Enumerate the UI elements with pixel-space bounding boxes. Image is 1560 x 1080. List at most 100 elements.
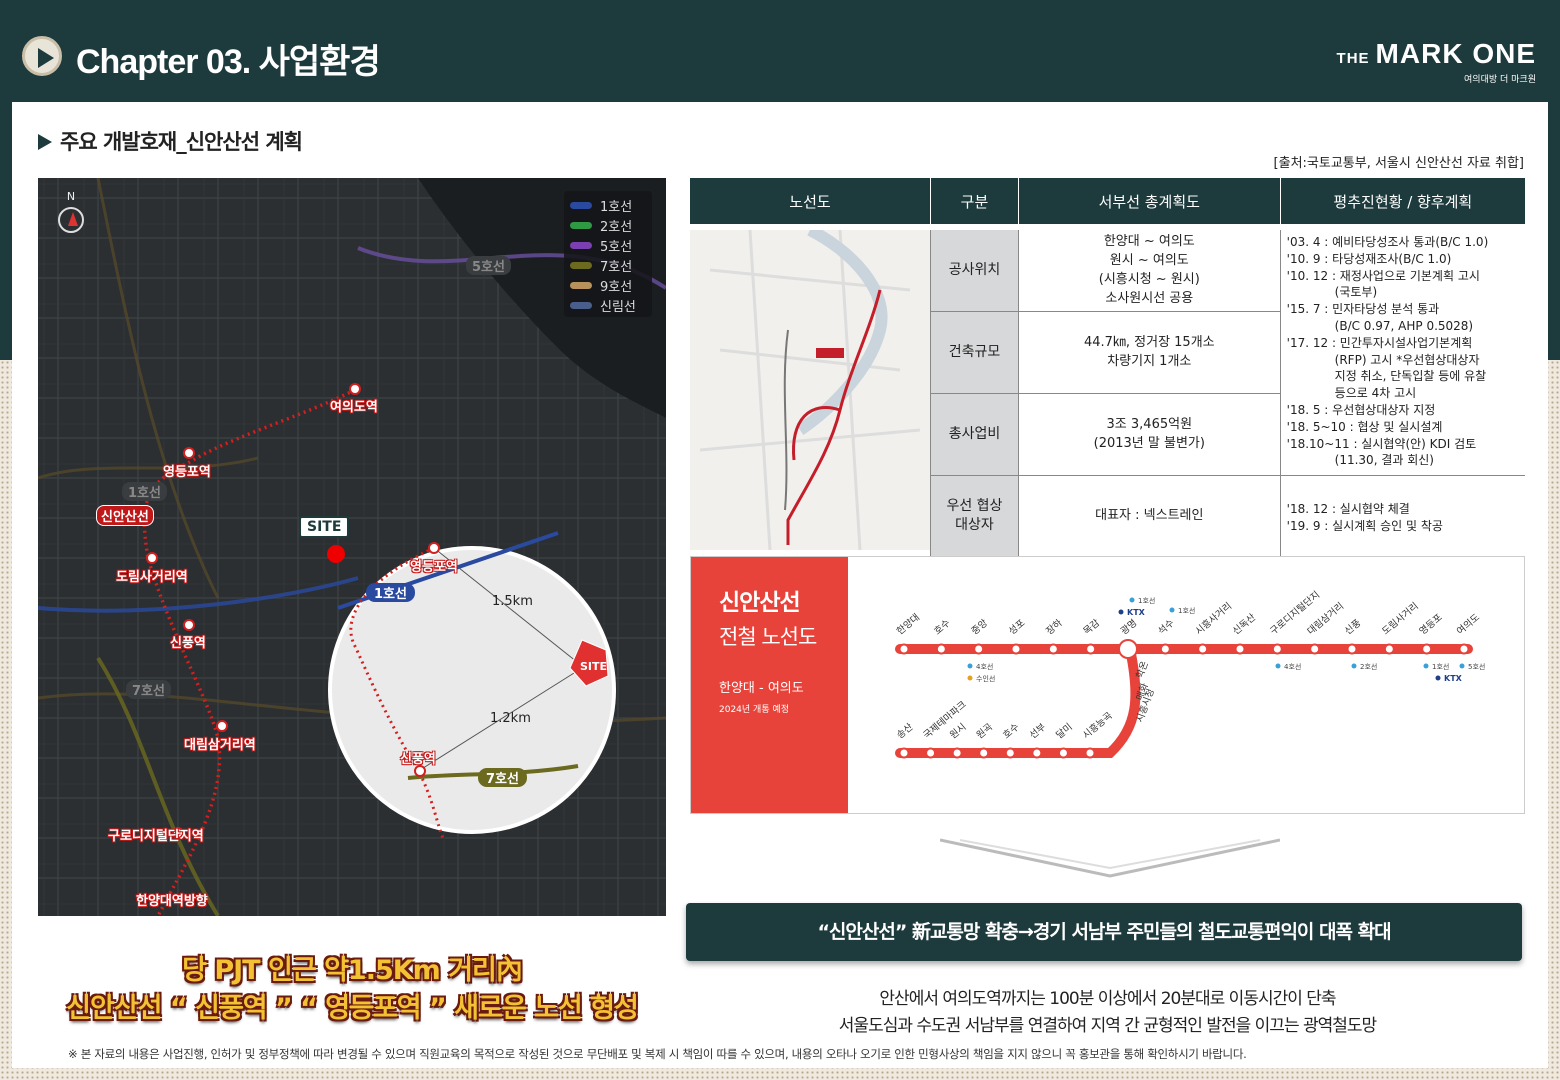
station-dot — [1458, 643, 1470, 655]
station-name: 여의도 — [1454, 611, 1482, 637]
route-map-thumbnail — [690, 224, 930, 551]
line-open-date: 2024년 개통 예정 — [719, 705, 790, 715]
history-item: '10. 9 : 타당성재조사(B/C 1.0) — [1286, 251, 1452, 266]
transfer-label: KTX — [1444, 674, 1463, 683]
history-item: '03. 4 : 예비타당성조사 통과(B/C 1.0) — [1286, 235, 1489, 249]
value-line: 소사원시선 공용 — [1105, 291, 1194, 307]
route-map-cell — [690, 224, 931, 557]
transfer-dot — [967, 663, 973, 669]
history-item: '15. 7 : 민자타당성 분석 통과 — [1286, 302, 1440, 317]
station-dot — [1271, 643, 1283, 655]
history-item: '18. 12 : 실시협약 체결 — [1286, 502, 1410, 517]
zoom-station-label: 신풍역 — [400, 752, 436, 767]
history-item: (B/C 0.97, AHP 0.5028) — [1334, 318, 1474, 333]
station-dot — [1118, 639, 1138, 659]
station-name: 도림사거리 — [1380, 600, 1421, 637]
legend-label: 7호선 — [600, 259, 633, 275]
logo-the: THE — [1336, 50, 1370, 67]
station-dot — [1234, 643, 1246, 655]
station-dot — [1031, 747, 1043, 759]
chapter-title: Chapter 03. 사업환경 — [76, 43, 381, 81]
zoom-line-label: 1호선 — [366, 583, 415, 602]
history-item: '17. 12 : 민간투자시설사업기본계획 — [1286, 335, 1473, 350]
station-name: 시흥사거리 — [1193, 600, 1234, 637]
station-name: 신풍 — [1343, 617, 1364, 637]
history-cell: '03. 4 : 예비타당성조사 통과(B/C 1.0) '10. 9 : 타당성… — [1280, 230, 1525, 476]
station-name: 영등포 — [1418, 612, 1445, 637]
distance-label: 1.5km — [492, 594, 533, 609]
north-arrow-icon: N — [56, 190, 86, 236]
legend-swatch — [570, 241, 592, 249]
line-subtitle: 전철 노선도 — [719, 625, 817, 649]
transfer-dot — [1129, 597, 1135, 603]
value-line: (2013년 말 불변가) — [1093, 436, 1205, 452]
description: 안산에서 여의도역까지는 100분 이상에서 20분대로 이동시간이 단축 서울… — [690, 986, 1525, 1040]
chevron-down-icon — [940, 838, 1280, 878]
line-diagram: 신안산선 전철 노선도 한양대 - 여의도 2024년 개통 예정 한양대 호수 중… — [690, 556, 1525, 814]
table-label-cell: 건축규모 — [930, 311, 1019, 394]
history-item: 지정 취소, 단독입찰 등에 유찰 — [1334, 369, 1487, 384]
transfer-label: 5호선 — [1468, 662, 1485, 671]
table-label-cell: 우선 협상대상자 — [930, 475, 1019, 558]
station-dot — [1057, 747, 1069, 759]
legend-item: 신림선 — [570, 295, 646, 315]
station-dot — [1047, 643, 1059, 655]
transfer-label: 1호선 — [1432, 662, 1449, 671]
station-dot — [1309, 643, 1321, 655]
legend-swatch — [570, 301, 592, 309]
logo-subtitle: 여의대방 더 마크원 — [1464, 75, 1536, 85]
station-label: 영등포역 — [163, 465, 211, 480]
station-label: 대림삼거리역 — [184, 738, 256, 753]
station-name: 원시 — [948, 722, 968, 742]
station-label: 신안산선 — [96, 505, 154, 526]
table-header-cell: 서부선 총계획도 — [1018, 178, 1281, 224]
table-header-cell: 구분 — [930, 178, 1019, 224]
line-route: 한양대 - 여의도 — [719, 681, 804, 696]
transfer-label: 1호선 — [1178, 606, 1195, 615]
value-line: 44.7㎞, 정거장 15개소 — [1083, 335, 1215, 351]
table-header-row: 노선도 구분 서부선 총계획도 평추진현황 / 향후계획 — [690, 178, 1525, 224]
zoom-site-label: SITE — [580, 660, 608, 673]
station-dot — [1085, 643, 1097, 655]
station-label: 한양대역방향 — [136, 894, 208, 909]
page-header: Chapter 03. 사업환경 THE MARK ONE 여의대방 더 마크원 — [0, 0, 1560, 100]
table-value-cell: 3조 3,465억원 (2013년 말 불변가) — [1018, 393, 1281, 476]
station-dot — [898, 643, 910, 655]
table-value-cell: 한양대 ~ 여의도 원시 ~ 여의도 (시흥시청 ~ 원시) 소사원시선 공용 — [1018, 230, 1281, 312]
map-caption-line1: 당 PJT 인근 약1.5Km 거리內 — [182, 955, 523, 986]
transfer-dot — [1459, 663, 1465, 669]
table-header-cell: 평추진현황 / 향후계획 — [1280, 178, 1525, 224]
station-name: 목감 — [1081, 617, 1102, 638]
station-dot — [1346, 643, 1358, 655]
station-name: 시흥능곡 — [1080, 709, 1115, 741]
line-diagram-title-block: 신안산선 전철 노선도 한양대 - 여의도 2024년 개통 예정 — [691, 557, 848, 813]
line-diagram-svg: 한양대 호수 중앙 성포 장하 목감 광명 석수 시흥사거리신독산 구로디지털단지대림삼거리신풍 도… — [895, 589, 1485, 759]
station-dot — [1084, 747, 1096, 759]
station-label: 구로디지털단지역 — [108, 829, 204, 844]
station-name: 중앙 — [969, 617, 990, 638]
history-item: '18.10~11 : 실시협약(안) KDI 검토 — [1286, 436, 1477, 451]
legend-swatch — [570, 261, 592, 269]
site-marker-dot — [327, 545, 345, 563]
history-item: (RFP) 고시 *우선협상대상자 — [1334, 352, 1480, 367]
description-line: 서울도심과 수도권 서남부를 연결하여 지역 간 균형적인 발전을 이끄는 광역… — [838, 1016, 1377, 1036]
transfer-dot — [1169, 607, 1175, 613]
transfer-label: 2호선 — [1360, 662, 1377, 671]
station-label: 여의도역 — [330, 400, 378, 415]
station-name: 신독산 — [1231, 612, 1258, 637]
legend-swatch — [570, 201, 592, 209]
station-name: 호수 — [932, 617, 953, 637]
history-item: '10. 12 : 재정사업으로 기본계획 고시 — [1286, 268, 1480, 283]
station-name: 송산 — [895, 721, 916, 741]
legend-label: 9호선 — [600, 279, 633, 295]
transfer-dot — [1351, 663, 1357, 669]
station-name: 원곡 — [975, 721, 996, 741]
history-item: '19. 9 : 실시계획 승인 및 착공 — [1286, 518, 1443, 533]
headline-banner: “신안산선” 新교통망 확충→경기 서남부 주민들의 철도교통편익이 대폭 확대 — [686, 903, 1522, 961]
transfer-label: 수인선 — [976, 674, 995, 683]
table-label-cell: 공사위치 — [930, 230, 1019, 312]
legend-item: 2호선 — [570, 215, 646, 235]
value-line: 원시 ~ 여의도 — [1109, 253, 1189, 269]
table-value-cell: 44.7㎞, 정거장 15개소 차량기지 1개소 — [1018, 311, 1281, 394]
station-name: 한양대 — [895, 612, 922, 637]
